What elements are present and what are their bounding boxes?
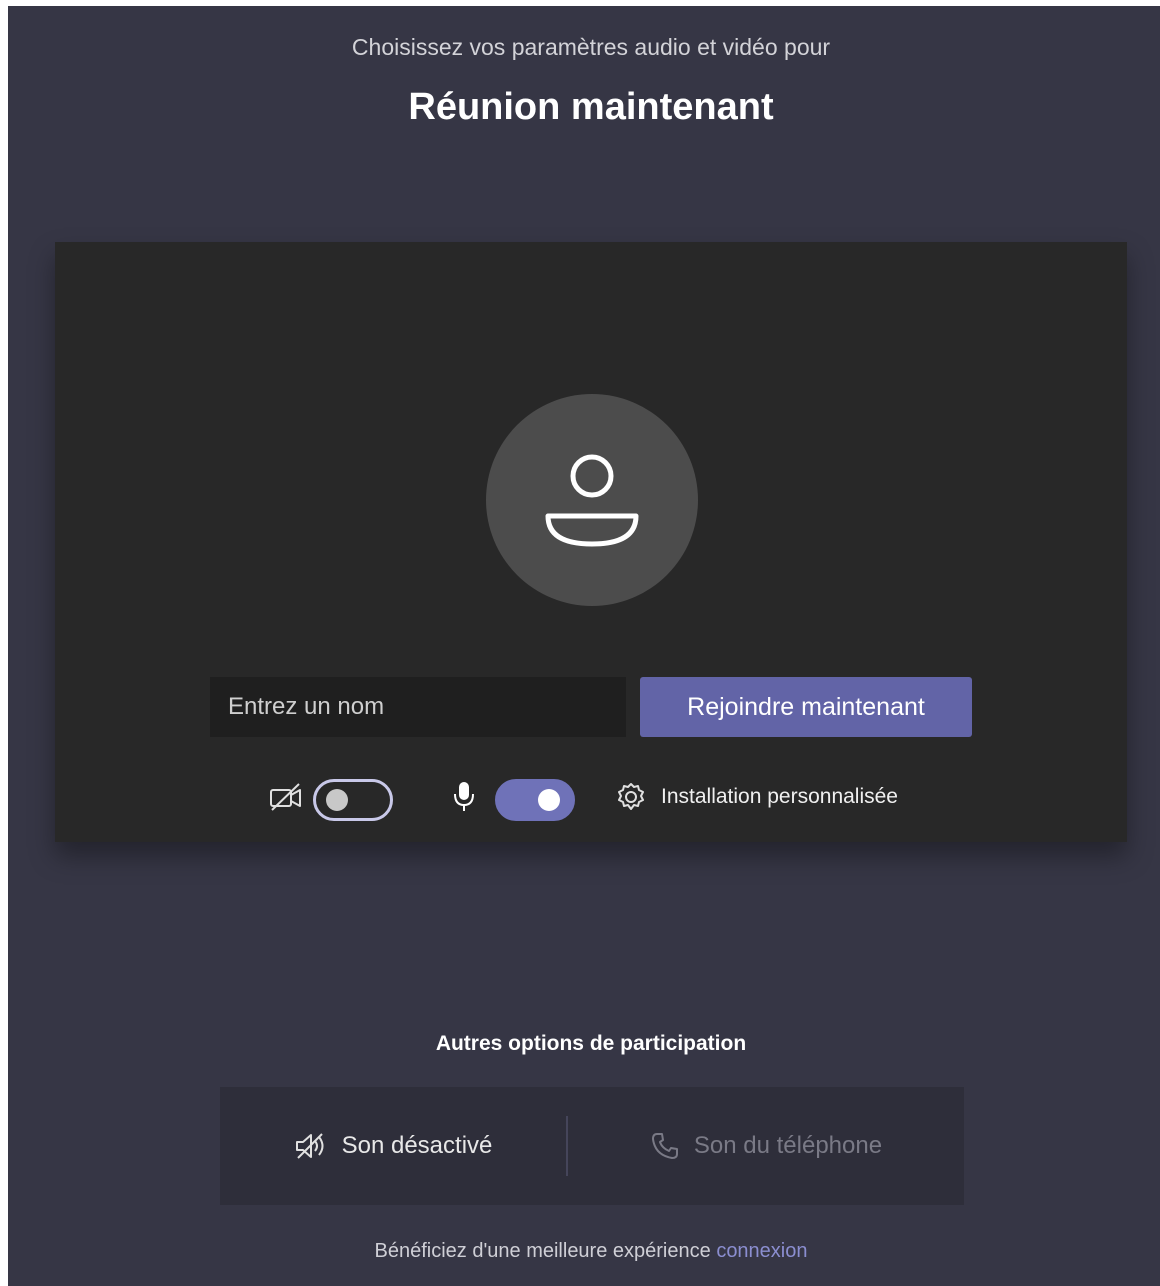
avatar (486, 394, 698, 606)
footer-text: Bénéficiez d'une meilleure expérience (374, 1240, 711, 1262)
speaker-off-icon (295, 1133, 324, 1159)
toggle-knob (538, 789, 560, 811)
other-options-title: Autres options de participation (435, 1032, 747, 1055)
device-controls: Installation personnalisée (55, 772, 1127, 832)
audio-off-option[interactable]: Son désactivé (220, 1087, 566, 1205)
name-input[interactable] (210, 677, 626, 737)
other-options-panel: Son désactivé Son du téléphone (220, 1087, 964, 1205)
join-subtitle: Choisissez vos paramètres audio et vidéo… (351, 34, 831, 60)
footer: Bénéficiez d'une meilleure expérience co… (8, 1240, 1160, 1263)
microphone-icon (454, 782, 474, 811)
custom-setup-button[interactable]: Installation personnalisée (615, 772, 898, 822)
phone-icon (651, 1133, 678, 1159)
camera-toggle[interactable] (313, 779, 393, 821)
toggle-knob (326, 789, 348, 811)
join-screen: Choisissez vos paramètres audio et vidéo… (8, 6, 1160, 1286)
audio-off-label: Son désactivé (341, 1132, 493, 1159)
gear-icon (618, 783, 644, 810)
phone-audio-option[interactable]: Son du téléphone (568, 1087, 964, 1205)
microphone-toggle[interactable] (495, 779, 575, 821)
video-preview: Rejoindre maintenant (55, 242, 1127, 842)
camera-off-icon (270, 783, 301, 811)
meeting-title: Réunion maintenant (408, 86, 774, 128)
join-now-button[interactable]: Rejoindre maintenant (640, 677, 972, 737)
phone-audio-label: Son du téléphone (693, 1132, 883, 1159)
sign-in-link[interactable]: connexion (716, 1240, 807, 1262)
person-icon (545, 454, 639, 547)
custom-setup-label: Installation personnalisée (661, 785, 898, 808)
